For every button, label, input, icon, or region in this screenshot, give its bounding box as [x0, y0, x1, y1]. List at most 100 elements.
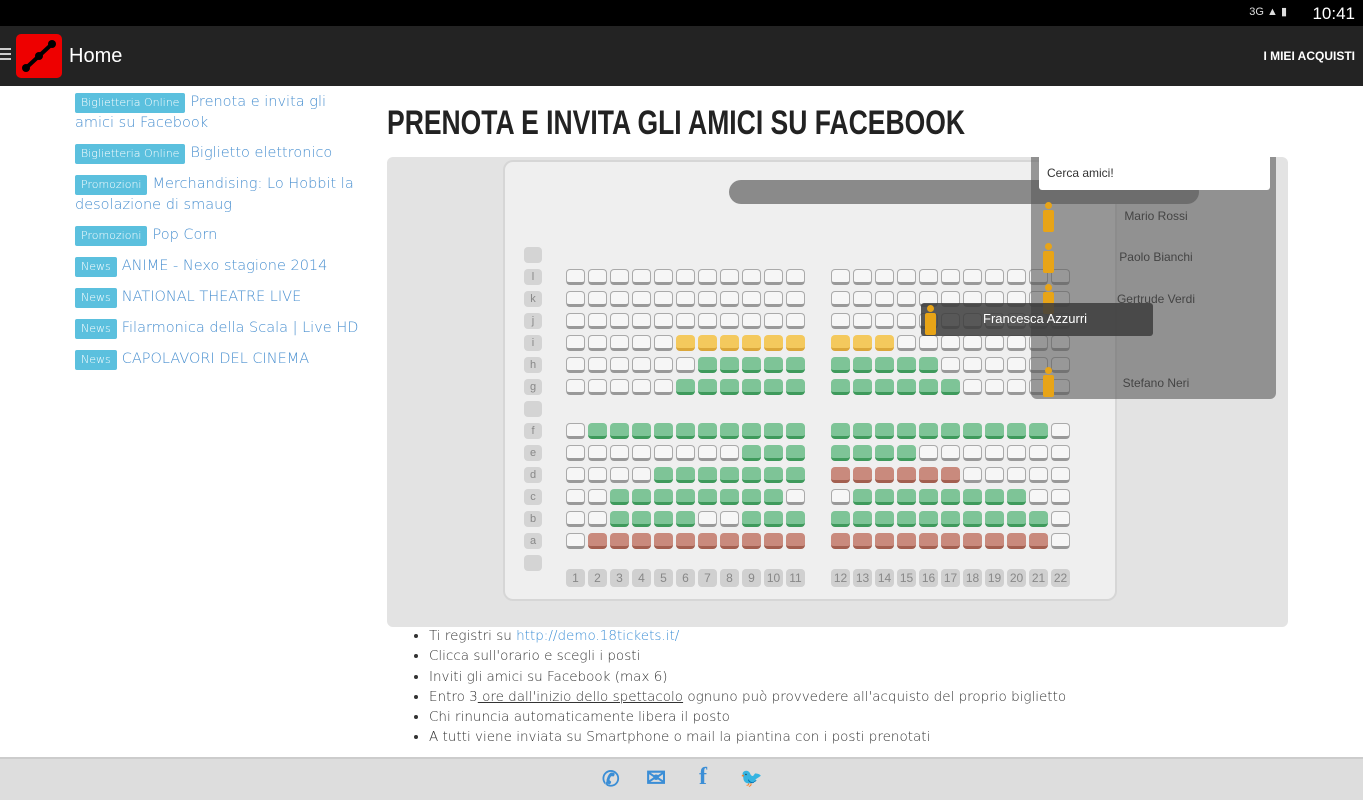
- seat-d-22[interactable]: [1051, 467, 1070, 483]
- seat-f-18[interactable]: [963, 423, 982, 439]
- seat-a-5[interactable]: [654, 533, 673, 549]
- seat-k-5[interactable]: [654, 291, 673, 307]
- seat-j-5[interactable]: [654, 313, 673, 329]
- seat-e-1[interactable]: [566, 445, 585, 461]
- seat-k-8[interactable]: [720, 291, 739, 307]
- seat-b-21[interactable]: [1029, 511, 1048, 527]
- seat-d-12[interactable]: [831, 467, 850, 483]
- seat-k-11[interactable]: [786, 291, 805, 307]
- seat-l-6[interactable]: [676, 269, 695, 285]
- seat-c-1[interactable]: [566, 489, 585, 505]
- seat-c-22[interactable]: [1051, 489, 1070, 505]
- mail-icon[interactable]: ✉: [646, 764, 666, 793]
- seat-e-7[interactable]: [698, 445, 717, 461]
- seat-c-7[interactable]: [698, 489, 717, 505]
- seat-b-16[interactable]: [919, 511, 938, 527]
- seat-g-3[interactable]: [610, 379, 629, 395]
- seat-f-12[interactable]: [831, 423, 850, 439]
- seat-h-3[interactable]: [610, 357, 629, 373]
- my-purchases-button[interactable]: I MIEI ACQUISTI: [1263, 49, 1355, 63]
- seat-d-14[interactable]: [875, 467, 894, 483]
- seat-c-21[interactable]: [1029, 489, 1048, 505]
- friend-name[interactable]: Paolo Bianchi: [1101, 250, 1211, 264]
- seat-d-7[interactable]: [698, 467, 717, 483]
- seat-g-4[interactable]: [632, 379, 651, 395]
- seat-f-15[interactable]: [897, 423, 916, 439]
- seat-h-17[interactable]: [941, 357, 960, 373]
- seat-l-15[interactable]: [897, 269, 916, 285]
- seat-g-1[interactable]: [566, 379, 585, 395]
- seat-e-5[interactable]: [654, 445, 673, 461]
- seat-b-15[interactable]: [897, 511, 916, 527]
- seat-h-11[interactable]: [786, 357, 805, 373]
- sidebar-item-label[interactable]: CAPOLAVORI DEL CINEMA: [122, 351, 310, 367]
- seat-e-13[interactable]: [853, 445, 872, 461]
- seat-l-19[interactable]: [985, 269, 1004, 285]
- seat-a-10[interactable]: [764, 533, 783, 549]
- seat-c-9[interactable]: [742, 489, 761, 505]
- seat-i-14[interactable]: [875, 335, 894, 351]
- seat-f-5[interactable]: [654, 423, 673, 439]
- seat-i-6[interactable]: [676, 335, 695, 351]
- seat-k-15[interactable]: [897, 291, 916, 307]
- seat-k-14[interactable]: [875, 291, 894, 307]
- seat-l-13[interactable]: [853, 269, 872, 285]
- seat-f-1[interactable]: [566, 423, 585, 439]
- seat-f-2[interactable]: [588, 423, 607, 439]
- seat-h-15[interactable]: [897, 357, 916, 373]
- seat-j-9[interactable]: [742, 313, 761, 329]
- seat-b-17[interactable]: [941, 511, 960, 527]
- seat-l-1[interactable]: [566, 269, 585, 285]
- seat-f-14[interactable]: [875, 423, 894, 439]
- seat-g-13[interactable]: [853, 379, 872, 395]
- menu-icon[interactable]: [0, 48, 11, 63]
- seat-d-8[interactable]: [720, 467, 739, 483]
- seat-c-15[interactable]: [897, 489, 916, 505]
- seat-k-4[interactable]: [632, 291, 651, 307]
- seat-f-9[interactable]: [742, 423, 761, 439]
- seat-c-13[interactable]: [853, 489, 872, 505]
- seat-i-1[interactable]: [566, 335, 585, 351]
- seat-d-15[interactable]: [897, 467, 916, 483]
- seat-c-6[interactable]: [676, 489, 695, 505]
- seat-h-10[interactable]: [764, 357, 783, 373]
- seat-b-11[interactable]: [786, 511, 805, 527]
- seat-g-9[interactable]: [742, 379, 761, 395]
- seat-j-12[interactable]: [831, 313, 850, 329]
- app-logo[interactable]: [16, 34, 62, 78]
- seat-d-6[interactable]: [676, 467, 695, 483]
- seat-c-14[interactable]: [875, 489, 894, 505]
- seat-i-17[interactable]: [941, 335, 960, 351]
- seat-b-14[interactable]: [875, 511, 894, 527]
- seat-c-3[interactable]: [610, 489, 629, 505]
- seat-f-11[interactable]: [786, 423, 805, 439]
- seat-e-2[interactable]: [588, 445, 607, 461]
- seat-f-22[interactable]: [1051, 423, 1070, 439]
- seat-h-18[interactable]: [963, 357, 982, 373]
- seat-g-16[interactable]: [919, 379, 938, 395]
- seat-a-7[interactable]: [698, 533, 717, 549]
- seat-d-9[interactable]: [742, 467, 761, 483]
- seat-d-1[interactable]: [566, 467, 585, 483]
- seat-d-16[interactable]: [919, 467, 938, 483]
- seat-c-20[interactable]: [1007, 489, 1026, 505]
- seat-j-8[interactable]: [720, 313, 739, 329]
- seat-a-12[interactable]: [831, 533, 850, 549]
- seat-i-5[interactable]: [654, 335, 673, 351]
- seat-e-12[interactable]: [831, 445, 850, 461]
- sidebar-item[interactable]: Promozioni Merchandising: Lo Hobbit la de…: [75, 174, 360, 215]
- sidebar-item-label[interactable]: ANIME - Nexo stagione 2014: [122, 258, 328, 274]
- seat-e-20[interactable]: [1007, 445, 1026, 461]
- seat-e-21[interactable]: [1029, 445, 1048, 461]
- seat-l-11[interactable]: [786, 269, 805, 285]
- seat-h-2[interactable]: [588, 357, 607, 373]
- seat-j-11[interactable]: [786, 313, 805, 329]
- seat-l-9[interactable]: [742, 269, 761, 285]
- seat-b-18[interactable]: [963, 511, 982, 527]
- seat-j-2[interactable]: [588, 313, 607, 329]
- seat-i-3[interactable]: [610, 335, 629, 351]
- friend-search-input[interactable]: Cerca amici!: [1039, 157, 1270, 190]
- seat-d-11[interactable]: [786, 467, 805, 483]
- seat-g-20[interactable]: [1007, 379, 1026, 395]
- seat-h-13[interactable]: [853, 357, 872, 373]
